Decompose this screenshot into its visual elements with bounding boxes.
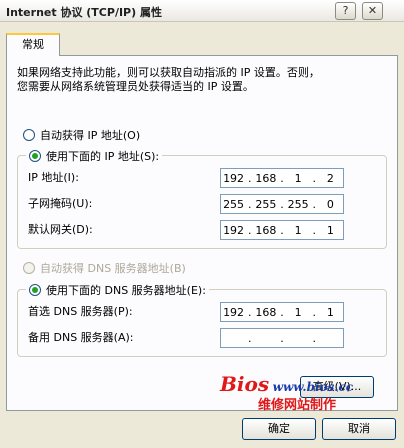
alternate-dns-field[interactable]: . . . bbox=[220, 328, 344, 348]
title-bar: Internet 协议 (TCP/IP) 属性 ? ✕ bbox=[0, 0, 404, 22]
close-button[interactable]: ✕ bbox=[362, 2, 383, 20]
dns-auto-option[interactable]: 自动获得 DNS 服务器地址(B) bbox=[23, 260, 186, 276]
watermark: Bios www.bios.cc 维修网站制作 bbox=[220, 372, 353, 413]
ip-auto-option[interactable]: 自动获得 IP 地址(O) bbox=[23, 127, 140, 143]
help-button[interactable]: ? bbox=[335, 2, 356, 20]
ip-auto-radio[interactable] bbox=[23, 129, 35, 141]
octet: 1 bbox=[294, 223, 302, 237]
ip-manual-label: 使用下面的 IP 地址(S): bbox=[46, 150, 160, 163]
octet: 192 bbox=[223, 171, 245, 185]
ip-auto-label: 自动获得 IP 地址(O) bbox=[40, 129, 141, 142]
ip-manual-group: 使用下面的 IP 地址(S): IP 地址(I): 192. 168. 1. 2… bbox=[17, 148, 387, 249]
watermark-url: www.bios.cc bbox=[272, 380, 354, 394]
alternate-dns-label: 备用 DNS 服务器(A): bbox=[28, 331, 134, 344]
subnet-mask-field[interactable]: 255. 255. 255. 0 bbox=[220, 194, 344, 214]
octet: 192 bbox=[223, 223, 245, 237]
octet: 1 bbox=[326, 223, 334, 237]
default-gateway-label: 默认网关(D): bbox=[28, 223, 93, 236]
watermark-slogan: 维修网站制作 bbox=[258, 398, 337, 413]
cancel-button[interactable]: 取消 bbox=[322, 418, 396, 440]
octet: 255 bbox=[255, 197, 277, 211]
ip-manual-radio[interactable] bbox=[29, 150, 41, 162]
octet: 1 bbox=[326, 305, 334, 319]
dns-manual-group: 使用下面的 DNS 服务器地址(E): 首选 DNS 服务器(P): 192. … bbox=[17, 282, 387, 357]
dns-manual-radio[interactable] bbox=[29, 284, 41, 296]
dns-manual-label: 使用下面的 DNS 服务器地址(E): bbox=[46, 284, 206, 297]
octet: 168 bbox=[255, 223, 277, 237]
ip-address-field[interactable]: 192. 168. 1. 2 bbox=[220, 168, 344, 188]
ip-address-label: IP 地址(I): bbox=[28, 171, 79, 184]
octet: 168 bbox=[255, 305, 277, 319]
octet: 255 bbox=[287, 197, 309, 211]
description-text: 如果网络支持此功能，则可以获取自动指派的 IP 设置。否则， 您需要从网络系统管… bbox=[17, 66, 320, 93]
dns-auto-radio[interactable] bbox=[23, 262, 35, 274]
preferred-dns-field[interactable]: 192. 168. 1. 1 bbox=[220, 302, 344, 322]
close-icon: ✕ bbox=[367, 4, 378, 17]
ok-button[interactable]: 确定 bbox=[242, 418, 316, 440]
dns-auto-label: 自动获得 DNS 服务器地址(B) bbox=[40, 262, 186, 275]
octet: 1 bbox=[294, 171, 302, 185]
general-panel: 如果网络支持此功能，则可以获取自动指派的 IP 设置。否则， 您需要从网络系统管… bbox=[6, 55, 398, 411]
octet: 168 bbox=[255, 171, 277, 185]
subnet-mask-label: 子网掩码(U): bbox=[28, 197, 93, 210]
octet: 0 bbox=[326, 197, 334, 211]
watermark-brand: Bios bbox=[220, 372, 270, 396]
octet: 2 bbox=[326, 171, 334, 185]
dns-manual-option[interactable]: 使用下面的 DNS 服务器地址(E): bbox=[26, 282, 209, 298]
tab-general[interactable]: 常规 bbox=[6, 33, 60, 56]
octet: 192 bbox=[223, 305, 245, 319]
default-gateway-field[interactable]: 192. 168. 1. 1 bbox=[220, 220, 344, 240]
window-title: Internet 协议 (TCP/IP) 属性 bbox=[6, 6, 162, 19]
ip-manual-option[interactable]: 使用下面的 IP 地址(S): bbox=[26, 148, 163, 164]
preferred-dns-label: 首选 DNS 服务器(P): bbox=[28, 305, 133, 318]
octet: 255 bbox=[223, 197, 245, 211]
octet: 1 bbox=[294, 305, 302, 319]
